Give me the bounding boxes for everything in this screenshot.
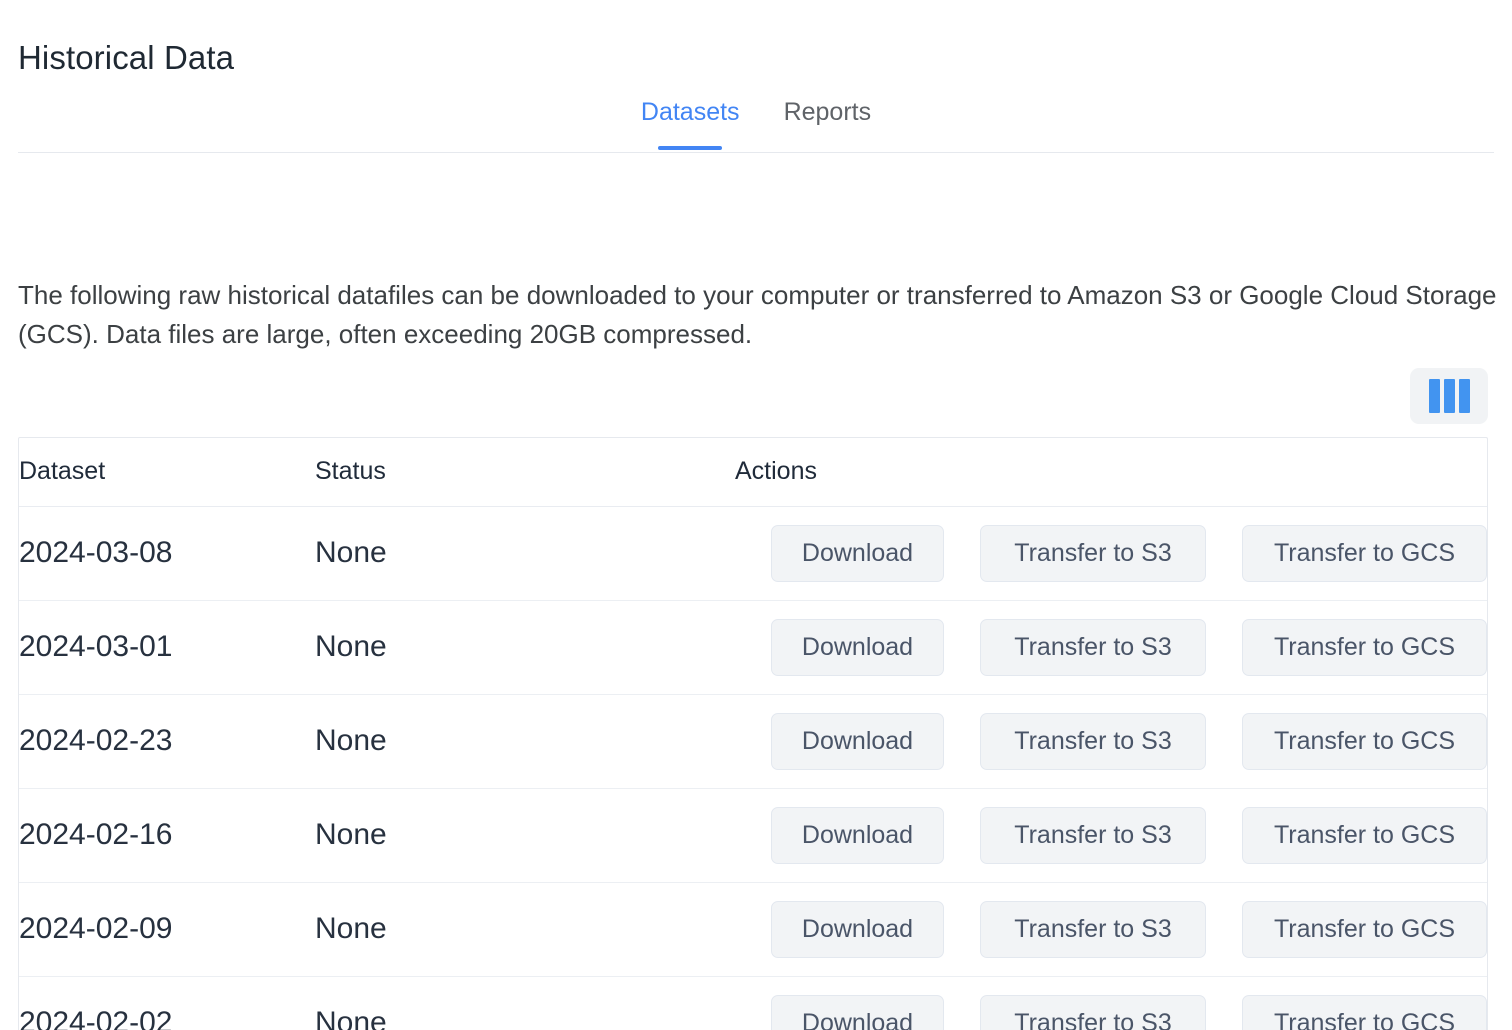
- tab-reports-label: Reports: [783, 98, 872, 126]
- row-actions: Download Transfer to S3 Transfer to GCS: [735, 712, 1487, 770]
- transfer-to-s3-button[interactable]: Transfer to S3: [980, 900, 1206, 958]
- download-button[interactable]: Download: [771, 806, 944, 864]
- tab-active-indicator: [658, 146, 723, 150]
- transfer-to-gcs-button[interactable]: Transfer to GCS: [1242, 900, 1487, 958]
- columns-icon-bar-3: [1458, 379, 1470, 413]
- cell-actions: Download Transfer to S3 Transfer to GCS: [735, 600, 1487, 695]
- table-row: 2024-03-08 None Download Transfer to S3 …: [19, 506, 1487, 601]
- datasets-table: Dataset Status Actions 2024-03-08 None D…: [19, 438, 1487, 1030]
- page-title: Historical Data: [18, 39, 235, 77]
- transfer-to-s3-button[interactable]: Transfer to S3: [980, 712, 1206, 770]
- transfer-to-gcs-button[interactable]: Transfer to GCS: [1242, 712, 1487, 770]
- tab-list: Datasets Reports: [18, 80, 1494, 152]
- cell-dataset: 2024-02-09: [19, 882, 315, 977]
- transfer-to-gcs-button[interactable]: Transfer to GCS: [1242, 806, 1487, 864]
- cell-dataset: 2024-03-01: [19, 600, 315, 695]
- cell-status: None: [315, 694, 735, 789]
- table-row: 2024-02-09 None Download Transfer to S3 …: [19, 882, 1487, 977]
- table-row: 2024-03-01 None Download Transfer to S3 …: [19, 600, 1487, 695]
- table-row: 2024-02-02 None Download Transfer to S3 …: [19, 976, 1487, 1030]
- cell-actions: Download Transfer to S3 Transfer to GCS: [735, 694, 1487, 789]
- cell-status: None: [315, 882, 735, 977]
- historical-data-page: Historical Data Datasets Reports The fol…: [0, 0, 1512, 1030]
- download-button[interactable]: Download: [771, 712, 944, 770]
- transfer-to-gcs-button[interactable]: Transfer to GCS: [1242, 994, 1487, 1030]
- columns-toggle-button[interactable]: [1410, 368, 1488, 424]
- row-actions: Download Transfer to S3 Transfer to GCS: [735, 806, 1487, 864]
- columns-icon-bar-2: [1443, 379, 1455, 413]
- table-row: 2024-02-23 None Download Transfer to S3 …: [19, 694, 1487, 789]
- column-header-dataset[interactable]: Dataset: [19, 438, 315, 507]
- transfer-to-s3-button[interactable]: Transfer to S3: [980, 524, 1206, 582]
- download-button[interactable]: Download: [771, 994, 944, 1030]
- transfer-to-s3-button[interactable]: Transfer to S3: [980, 806, 1206, 864]
- column-header-status[interactable]: Status: [315, 438, 735, 507]
- cell-status: None: [315, 976, 735, 1030]
- cell-dataset: 2024-02-02: [19, 976, 315, 1030]
- tab-bar: Datasets Reports: [18, 80, 1494, 153]
- tab-datasets[interactable]: Datasets: [619, 80, 762, 150]
- cell-status: None: [315, 600, 735, 695]
- tab-reports[interactable]: Reports: [762, 80, 894, 132]
- download-button[interactable]: Download: [771, 900, 944, 958]
- row-actions: Download Transfer to S3 Transfer to GCS: [735, 994, 1487, 1030]
- cell-status: None: [315, 788, 735, 883]
- transfer-to-s3-button[interactable]: Transfer to S3: [980, 618, 1206, 676]
- download-button[interactable]: Download: [771, 618, 944, 676]
- cell-dataset: 2024-03-08: [19, 506, 315, 601]
- cell-actions: Download Transfer to S3 Transfer to GCS: [735, 976, 1487, 1030]
- row-actions: Download Transfer to S3 Transfer to GCS: [735, 618, 1487, 676]
- page-description: The following raw historical datafiles c…: [18, 280, 1497, 349]
- cell-dataset: 2024-02-16: [19, 788, 315, 883]
- cell-dataset: 2024-02-23: [19, 694, 315, 789]
- cell-actions: Download Transfer to S3 Transfer to GCS: [735, 882, 1487, 977]
- column-header-actions: Actions: [735, 438, 1487, 507]
- cell-status: None: [315, 506, 735, 601]
- datasets-table-card: Dataset Status Actions 2024-03-08 None D…: [18, 437, 1488, 1030]
- row-actions: Download Transfer to S3 Transfer to GCS: [735, 524, 1487, 582]
- table-body: 2024-03-08 None Download Transfer to S3 …: [19, 506, 1487, 1030]
- transfer-to-gcs-button[interactable]: Transfer to GCS: [1242, 618, 1487, 676]
- row-actions: Download Transfer to S3 Transfer to GCS: [735, 900, 1487, 958]
- download-button[interactable]: Download: [771, 524, 944, 582]
- cell-actions: Download Transfer to S3 Transfer to GCS: [735, 506, 1487, 601]
- cell-actions: Download Transfer to S3 Transfer to GCS: [735, 788, 1487, 883]
- table-header: Dataset Status Actions: [19, 438, 1487, 507]
- table-header-row: Dataset Status Actions: [19, 438, 1487, 507]
- transfer-to-s3-button[interactable]: Transfer to S3: [980, 994, 1206, 1030]
- columns-icon: [1428, 379, 1440, 413]
- tab-datasets-label: Datasets: [640, 98, 740, 126]
- transfer-to-gcs-button[interactable]: Transfer to GCS: [1242, 524, 1487, 582]
- table-row: 2024-02-16 None Download Transfer to S3 …: [19, 788, 1487, 883]
